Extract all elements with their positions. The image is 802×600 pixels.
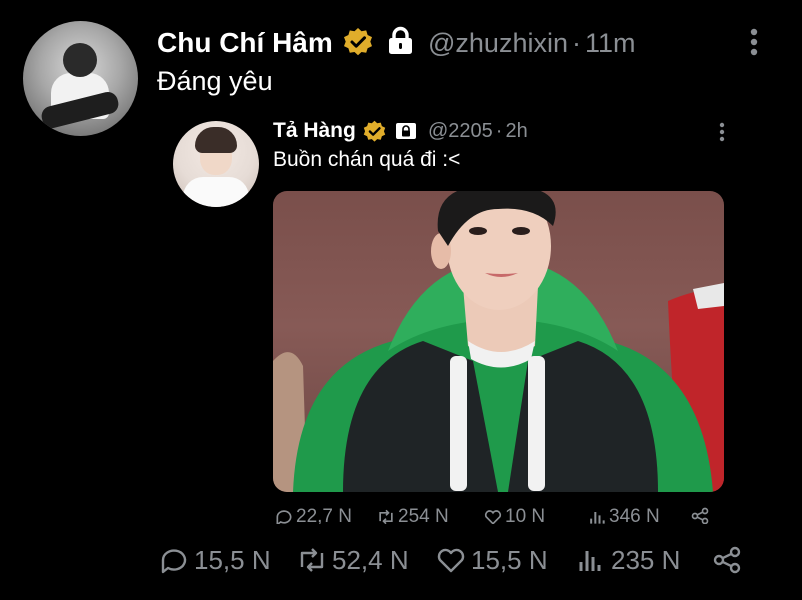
quoted-like-count: 10 N xyxy=(505,506,546,524)
views-count: 235 N xyxy=(611,544,681,575)
meta-separator: · xyxy=(495,120,503,142)
reply-icon xyxy=(276,510,292,524)
author-avatar[interactable] xyxy=(23,21,138,136)
quoted-reply-count: 22,7 N xyxy=(296,506,352,524)
heart-icon xyxy=(437,548,465,573)
retweet-icon xyxy=(300,548,324,572)
verified-badge-icon xyxy=(363,120,386,142)
tweet-time[interactable]: 11m xyxy=(585,28,636,58)
quoted-share-button[interactable] xyxy=(690,506,712,524)
retweet-icon xyxy=(379,509,393,524)
quoted-tweet-text: Buồn chán quá đi :< xyxy=(273,148,461,171)
quoted-views-count: 346 N xyxy=(609,506,660,524)
reply-icon xyxy=(161,549,187,574)
share-icon xyxy=(713,546,741,574)
author-display-name[interactable]: Chu Chí Hâm xyxy=(157,27,333,59)
lock-icon xyxy=(396,123,416,139)
verified-badge-icon xyxy=(344,28,372,56)
views-icon xyxy=(579,551,601,571)
quoted-tweet-meta: @2205 · 2h xyxy=(428,120,528,143)
photo-illustration xyxy=(273,191,724,492)
quoted-retweet-button[interactable]: 254 N xyxy=(376,506,449,524)
retweet-count: 52,4 N xyxy=(332,544,409,575)
quoted-author-display-name[interactable]: Tả Hàng xyxy=(273,119,356,143)
quoted-views-button[interactable]: 346 N xyxy=(587,506,660,524)
like-count: 15,5 N xyxy=(471,544,548,575)
like-button[interactable]: 15,5 N xyxy=(435,540,548,580)
views-icon xyxy=(590,512,605,524)
tweet-text: Đáng yêu xyxy=(157,66,273,96)
quoted-tweet-actions: 22,7 N 254 N 10 N 346 N xyxy=(274,506,724,524)
quoted-author-avatar[interactable] xyxy=(173,121,259,207)
retweet-button[interactable]: 52,4 N xyxy=(296,540,409,580)
more-vertical-icon[interactable] xyxy=(744,27,764,57)
tweet-actions: 15,5 N 52,4 N 15,5 N 235 N xyxy=(158,540,758,580)
quoted-tweet-time[interactable]: 2h xyxy=(505,120,527,142)
author-handle[interactable]: @zhuzhixin xyxy=(428,28,568,58)
share-icon xyxy=(691,507,709,524)
heart-icon xyxy=(484,510,502,524)
meta-separator: · xyxy=(571,28,581,58)
more-vertical-icon[interactable] xyxy=(715,121,729,143)
lock-icon xyxy=(389,26,412,54)
views-button[interactable]: 235 N xyxy=(575,540,680,580)
quoted-reply-button[interactable]: 22,7 N xyxy=(274,506,352,524)
reply-count: 15,5 N xyxy=(194,544,271,575)
tweet-photo[interactable] xyxy=(273,191,724,492)
share-button[interactable] xyxy=(711,540,747,580)
reply-button[interactable]: 15,5 N xyxy=(158,540,271,580)
quoted-retweet-count: 254 N xyxy=(398,506,449,524)
tweet-meta: @zhuzhixin · 11m xyxy=(428,28,636,59)
quoted-author-handle[interactable]: @2205 xyxy=(428,120,493,142)
quoted-like-button[interactable]: 10 N xyxy=(483,506,545,524)
